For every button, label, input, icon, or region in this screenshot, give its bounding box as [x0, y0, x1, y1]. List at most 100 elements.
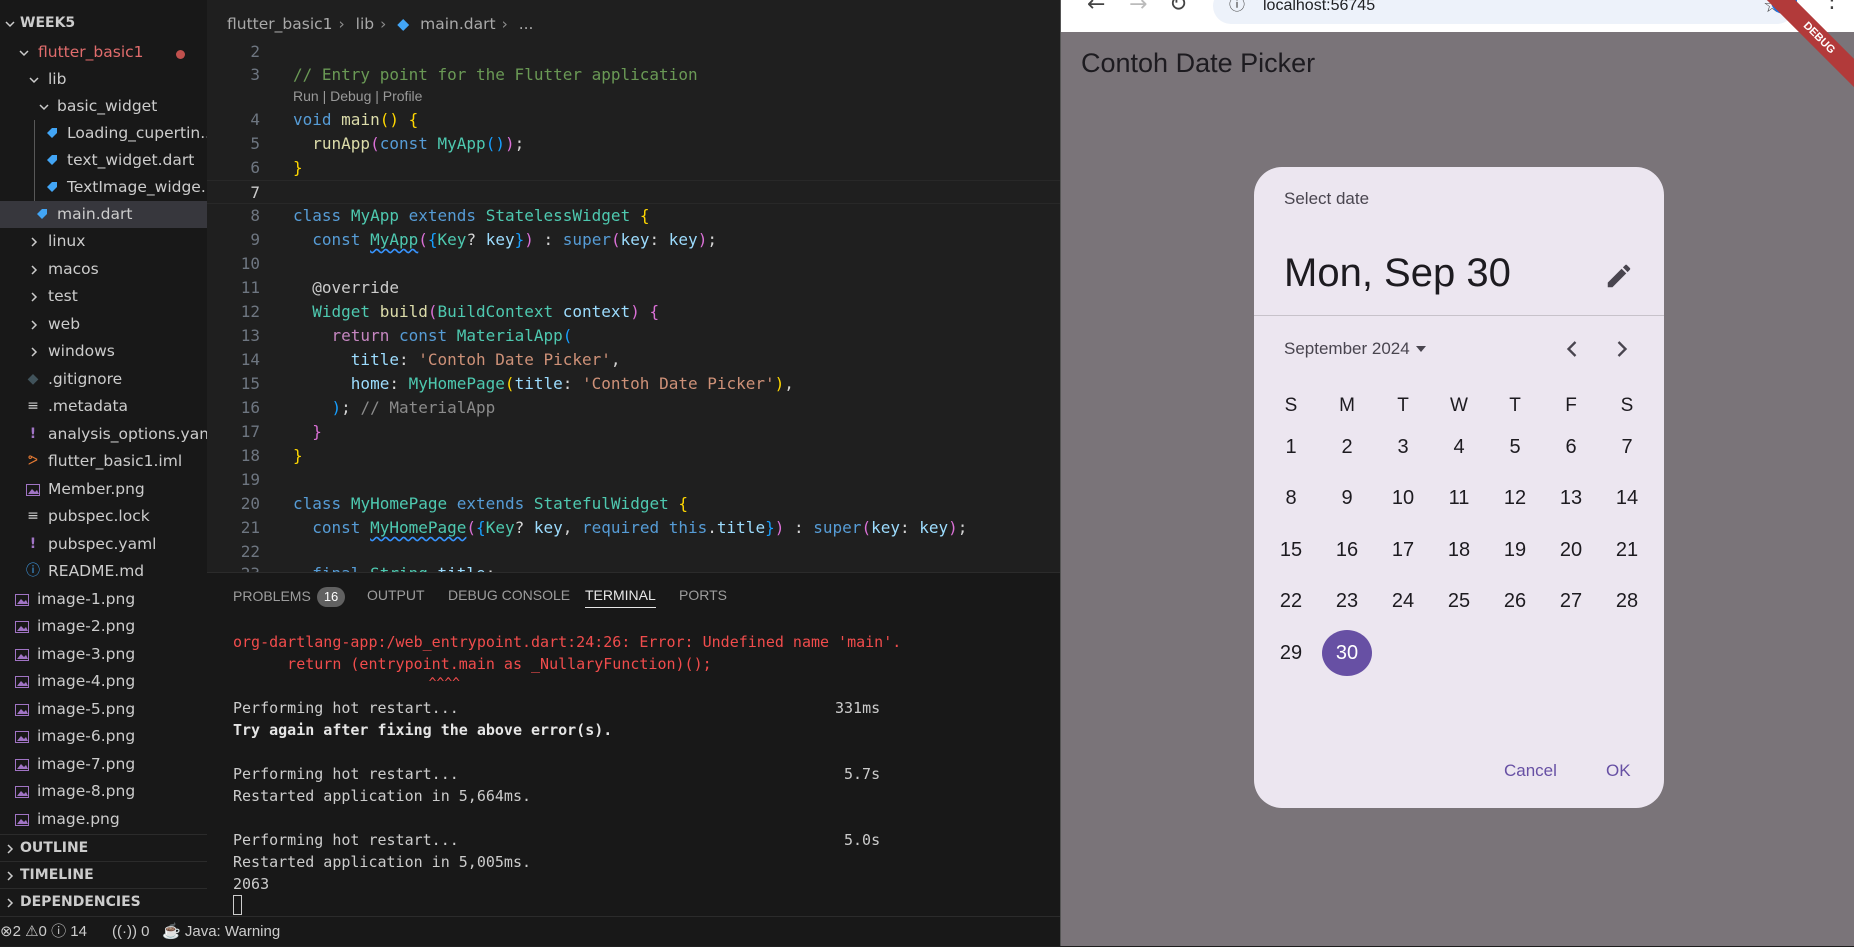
back-icon[interactable]: ← — [1087, 0, 1105, 17]
day-cell[interactable]: 16 — [1322, 527, 1372, 573]
tree-folder-web[interactable]: web — [0, 311, 207, 338]
day-cell[interactable]: 21 — [1602, 527, 1652, 573]
ports-status[interactable]: ((·)) 0 — [112, 917, 150, 947]
reload-icon[interactable]: ↻ — [1169, 0, 1187, 17]
breadcrumb-item[interactable]: flutter_basic1 — [227, 15, 333, 33]
day-cell[interactable]: 20 — [1546, 527, 1596, 573]
breadcrumb-item[interactable]: lib — [356, 15, 374, 33]
codelens-run-debug[interactable]: Run | Debug | Profile — [293, 88, 422, 104]
dart-file-icon — [44, 174, 60, 201]
explorer-workspace-header[interactable]: WEEK5 — [0, 10, 207, 37]
day-cell[interactable]: 6 — [1546, 424, 1596, 470]
tree-file-image-1[interactable]: image-1.png — [0, 586, 207, 613]
tree-file-analysis-options[interactable]: ! analysis_options.yaml — [0, 421, 207, 448]
code-token: key — [871, 518, 900, 537]
tree-folder-basic-widget[interactable]: basic_widget — [0, 93, 207, 120]
tree-file-metadata[interactable]: ≡ .metadata — [0, 393, 207, 420]
address-bar[interactable]: ⓘ localhost:56745 ☆ — [1213, 0, 1795, 24]
tree-file-gitignore[interactable]: ◆ .gitignore — [0, 366, 207, 393]
day-cell[interactable]: 1 — [1266, 424, 1316, 470]
code-token: const — [398, 326, 448, 345]
day-cell[interactable]: 19 — [1490, 527, 1540, 573]
tree-file-image-4[interactable]: image-4.png — [0, 668, 207, 695]
day-cell[interactable]: 11 — [1434, 475, 1484, 521]
day-cell[interactable]: 12 — [1490, 475, 1540, 521]
chevron-right-icon: › — [338, 15, 345, 33]
breadcrumb-item[interactable]: ... — [519, 15, 534, 33]
terminal-cursor[interactable] — [233, 895, 242, 915]
day-cell[interactable]: 2 — [1322, 424, 1372, 470]
next-month-button[interactable] — [1608, 335, 1636, 363]
tree-file-image-6[interactable]: image-6.png — [0, 723, 207, 750]
tree-file-image-3[interactable]: image-3.png — [0, 641, 207, 668]
tree-folder-test[interactable]: test — [0, 283, 207, 310]
line-number: 5 — [250, 134, 260, 153]
tree-folder-linux[interactable]: linux — [0, 228, 207, 255]
tree-file-pubspec-yaml[interactable]: ! pubspec.yaml — [0, 531, 207, 558]
tree-file-pubspec-lock[interactable]: ≡ pubspec.lock — [0, 503, 207, 530]
day-cell[interactable]: 8 — [1266, 475, 1316, 521]
tree-file-member-png[interactable]: Member.png — [0, 476, 207, 503]
day-cell[interactable]: 26 — [1490, 578, 1540, 624]
tree-file-image-7[interactable]: image-7.png — [0, 751, 207, 778]
tree-file-textimage-widget[interactable]: TextImage_widge... — [0, 174, 207, 201]
day-cell[interactable]: 7 — [1602, 424, 1652, 470]
forward-icon[interactable]: → — [1129, 0, 1147, 17]
day-cell[interactable]: 27 — [1546, 578, 1596, 624]
tree-file-image-8[interactable]: image-8.png — [0, 778, 207, 805]
tab-debug-console[interactable]: DEBUG CONSOLE — [448, 587, 570, 603]
day-cell[interactable]: 13 — [1546, 475, 1596, 521]
breadcrumb: flutter_basic1 › lib › ◆ main.dart › ... — [207, 10, 539, 38]
section-dependencies[interactable]: DEPENDENCIES — [0, 888, 207, 915]
tab-ports[interactable]: PORTS — [679, 587, 727, 603]
tree-file-image-2[interactable]: image-2.png — [0, 613, 207, 640]
tree-file-text-widget[interactable]: text_widget.dart — [0, 147, 207, 174]
edit-pencil-icon[interactable] — [1604, 261, 1634, 291]
tree-file-loading-cupertino[interactable]: Loading_cupertin... — [0, 120, 207, 147]
tab-problems[interactable]: PROBLEMS 16 — [233, 587, 346, 607]
breadcrumb-item[interactable]: main.dart — [420, 15, 495, 33]
month-year-selector[interactable]: September 2024 — [1284, 339, 1428, 359]
terminal-line: return (entrypoint.main as _NullaryFunct… — [233, 655, 712, 673]
code-editor[interactable]: flutter_basic1 › lib › ◆ main.dart › ... 2 … — [207, 0, 1060, 572]
day-cell[interactable]: 10 — [1378, 475, 1428, 521]
tree-file-readme[interactable]: ⓘ README.md — [0, 558, 207, 585]
day-cell[interactable]: 23 — [1322, 578, 1372, 624]
previous-month-button[interactable] — [1558, 335, 1586, 363]
day-cell[interactable]: 5 — [1490, 424, 1540, 470]
tab-output[interactable]: OUTPUT — [367, 587, 425, 603]
day-cell[interactable]: 4 — [1434, 424, 1484, 470]
chevron-right-icon — [1617, 341, 1628, 357]
tree-file-image[interactable]: image.png — [0, 806, 207, 833]
tree-folder-flutter-basic1[interactable]: flutter_basic1 — [0, 39, 207, 66]
day-cell[interactable]: 15 — [1266, 527, 1316, 573]
tree-folder-lib[interactable]: lib — [0, 66, 207, 93]
day-cell-selected[interactable]: 30 — [1322, 630, 1372, 676]
day-cell[interactable]: 25 — [1434, 578, 1484, 624]
problems-status[interactable]: ⊗2 ⚠0 ⓘ 14 — [0, 917, 87, 947]
day-cell[interactable]: 3 — [1378, 424, 1428, 470]
more-menu-icon[interactable]: ⋮ — [1821, 0, 1843, 13]
tab-terminal[interactable]: TERMINAL — [585, 587, 656, 608]
day-cell[interactable]: 9 — [1322, 475, 1372, 521]
image-file-icon — [14, 696, 30, 723]
cancel-button[interactable]: Cancel — [1504, 761, 1557, 781]
section-outline[interactable]: OUTLINE — [0, 834, 207, 861]
tree-file-iml[interactable]: ᕗ flutter_basic1.iml — [0, 448, 207, 475]
section-timeline[interactable]: TIMELINE — [0, 861, 207, 888]
tree-folder-macos[interactable]: macos — [0, 256, 207, 283]
day-cell[interactable]: 18 — [1434, 527, 1484, 573]
dart-file-icon: ◆ — [397, 15, 410, 33]
tree-file-image-5[interactable]: image-5.png — [0, 696, 207, 723]
day-cell[interactable]: 24 — [1378, 578, 1428, 624]
day-cell[interactable]: 28 — [1602, 578, 1652, 624]
ok-button[interactable]: OK — [1606, 761, 1631, 781]
day-cell[interactable]: 22 — [1266, 578, 1316, 624]
java-status[interactable]: ☕ Java: Warning — [162, 917, 280, 947]
site-info-icon[interactable]: ⓘ — [1229, 0, 1245, 24]
day-cell[interactable]: 29 — [1266, 630, 1316, 676]
day-cell[interactable]: 14 — [1602, 475, 1652, 521]
tree-folder-windows[interactable]: windows — [0, 338, 207, 365]
tree-file-main-dart[interactable]: main.dart — [0, 201, 207, 228]
day-cell[interactable]: 17 — [1378, 527, 1428, 573]
